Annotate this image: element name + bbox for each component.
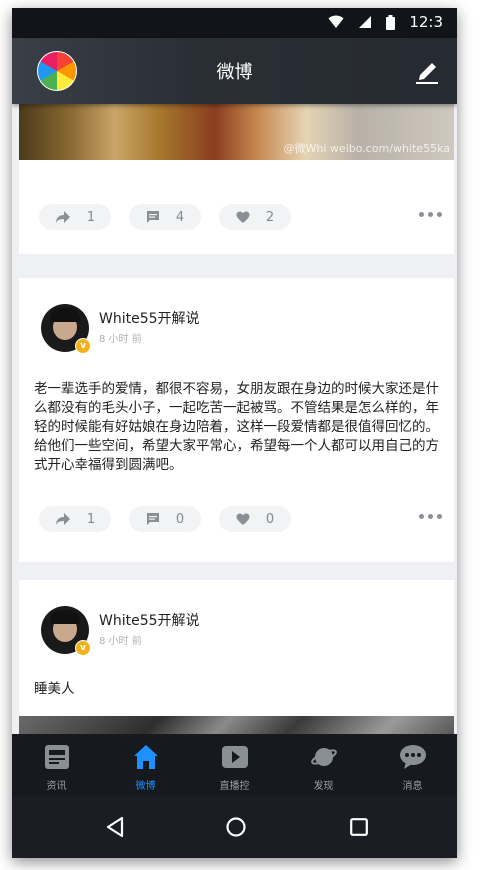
share-button[interactable]: 1: [39, 506, 111, 532]
post-actions: 1 4 2: [39, 204, 454, 232]
recents-icon[interactable]: [350, 818, 368, 836]
image-watermark: @微Whi weibo.com/white55ka: [283, 142, 450, 155]
comment-icon: [146, 513, 159, 525]
compose-icon[interactable]: [413, 58, 441, 86]
tab-label: 发现: [313, 781, 334, 792]
post-time: 8 小时 前: [99, 334, 142, 345]
post-card: @微Whi weibo.com/white55ka 1 4 2: [19, 104, 454, 254]
comment-button[interactable]: 0: [129, 506, 201, 532]
tab-label: 消息: [402, 781, 423, 792]
comment-count: 4: [175, 209, 185, 225]
verified-badge: v: [75, 338, 91, 354]
phone-screen: 12:3 微博 @微Whi weibo.com/white55ka 1 4 2 …: [12, 8, 457, 858]
tab-label: 微博: [135, 781, 156, 792]
author-name[interactable]: White55开解说: [99, 610, 200, 630]
wifi-icon: [328, 15, 344, 28]
comment-count: 0: [175, 511, 185, 527]
share-count: 1: [86, 511, 96, 527]
post-image[interactable]: [19, 716, 454, 734]
share-icon: [55, 211, 70, 223]
post-text: 老一辈选手的爱情，都很不容易，女朋友跟在身边的时候大家还是什么都没有的毛头小子，…: [34, 381, 439, 473]
more-options-icon[interactable]: [419, 212, 442, 217]
verified-badge: v: [75, 640, 91, 656]
post-time: 8 小时 前: [99, 636, 142, 647]
post-text: 睡美人: [34, 681, 75, 697]
tab-news[interactable]: 资讯: [12, 734, 101, 796]
heart-icon: [236, 211, 250, 223]
bottom-tab-bar: 资讯 微博 直播控 发现 消息: [12, 734, 457, 796]
battery-icon: [386, 14, 396, 30]
like-button[interactable]: 0: [219, 506, 291, 532]
message-icon: [400, 745, 426, 769]
home-icon: [134, 745, 158, 769]
share-count: 1: [86, 209, 96, 225]
like-button[interactable]: 2: [219, 204, 291, 230]
share-icon: [55, 513, 70, 525]
back-icon[interactable]: [104, 816, 126, 838]
app-bar: 微博: [12, 38, 457, 104]
system-nav-bar: [12, 796, 457, 858]
tab-label: 资讯: [46, 781, 67, 792]
comment-icon: [146, 211, 159, 223]
post-actions: 1 0 0: [39, 506, 454, 534]
planet-icon: [311, 748, 337, 766]
home-circle-icon[interactable]: [226, 817, 246, 837]
tab-label: 直播控: [219, 781, 250, 792]
signal-icon: [359, 16, 372, 28]
play-icon: [222, 746, 248, 768]
comment-button[interactable]: 4: [129, 204, 201, 230]
tab-live[interactable]: 直播控: [190, 734, 279, 796]
like-count: 2: [265, 209, 275, 225]
like-count: 0: [265, 511, 275, 527]
news-icon: [45, 745, 69, 769]
tab-discover[interactable]: 发现: [279, 734, 368, 796]
post-image[interactable]: @微Whi weibo.com/white55ka: [19, 104, 454, 160]
heart-icon: [236, 513, 250, 525]
status-time: 12:3: [409, 13, 443, 31]
tab-messages[interactable]: 消息: [368, 734, 457, 796]
post-card: v White55开解说 8 小时 前 老一辈选手的爱情，都很不容易，女朋友跟在…: [19, 278, 454, 562]
tab-weibo[interactable]: 微博: [101, 734, 190, 796]
share-button[interactable]: 1: [39, 204, 111, 230]
page-title: 微博: [216, 62, 253, 83]
post-card: v White55开解说 8 小时 前 睡美人: [19, 580, 454, 734]
feed[interactable]: @微Whi weibo.com/white55ka 1 4 2 v White5…: [12, 104, 457, 734]
status-bar: 12:3: [12, 8, 457, 38]
author-name[interactable]: White55开解说: [99, 308, 200, 328]
more-options-icon[interactable]: [419, 514, 442, 519]
